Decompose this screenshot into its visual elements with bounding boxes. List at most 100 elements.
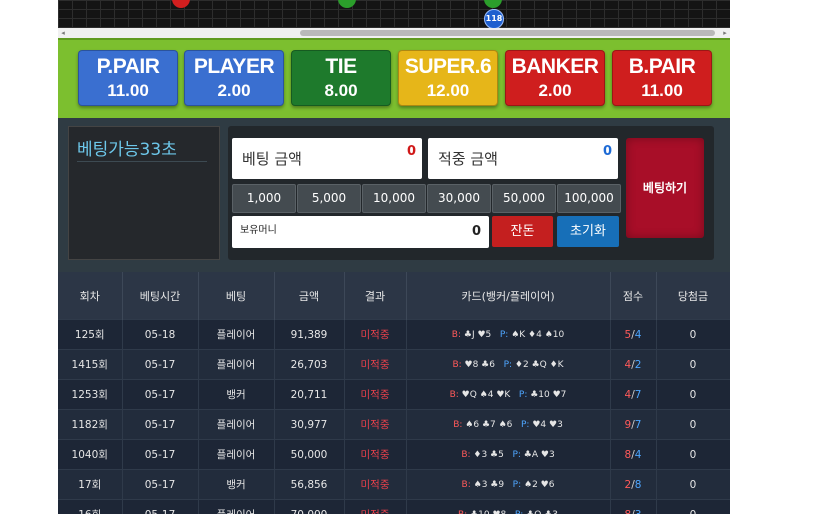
reset-button[interactable]: 초기화 <box>557 216 619 247</box>
bet-name: SUPER.6 <box>404 55 492 78</box>
chip-button-1000[interactable]: 1,000 <box>232 184 296 213</box>
cell-bet: 플레이어 <box>198 349 275 380</box>
chip-button-100000[interactable]: 100,000 <box>557 184 621 213</box>
player-score: 7 <box>634 388 642 401</box>
table-row: 16회 05-17 플레이어 70,000 미적중 B: ♣10 ♥8 P: ♣… <box>58 499 730 514</box>
owned-money-field: 보유머니 0 <box>232 216 489 248</box>
player-score: 3 <box>635 509 642 514</box>
bet-name: BANKER <box>511 55 599 78</box>
cell-bet: 뱅커 <box>198 379 275 410</box>
chip-button-10000[interactable]: 10,000 <box>362 184 426 213</box>
cell-cards: B: ♠6 ♣7 ♠6 P: ♥4 ♥3 <box>406 409 611 440</box>
player-score: 4 <box>634 448 642 461</box>
cell-bet: 플레이어 <box>198 319 275 350</box>
player-cards: ♠2 ♥6 <box>524 479 555 490</box>
cell-prize: 0 <box>656 319 730 350</box>
cell-prize: 0 <box>656 499 730 514</box>
table-row: 1415회 05-17 플레이어 26,703 미적중 B: ♥8 ♣6 P: … <box>58 349 730 380</box>
road-marker-green <box>484 0 502 8</box>
bet-banker-button[interactable]: BANKER 2.00 <box>505 50 605 106</box>
banker-cards: ♦3 ♣5 <box>473 449 504 460</box>
cell-amount: 91,389 <box>274 319 345 350</box>
cell-score: 2/8 <box>610 469 657 500</box>
scroll-left-arrow-icon[interactable]: ◂ <box>58 28 68 38</box>
bet-amount-label: 베팅 금액 <box>242 150 302 168</box>
banker-tag: B: <box>458 510 467 514</box>
header-bet: 베팅 <box>198 272 275 320</box>
cell-result: 미적중 <box>344 349 407 380</box>
cell-prize: 0 <box>656 349 730 380</box>
cell-score: 8/4 <box>610 439 657 470</box>
cell-date: 05-18 <box>122 319 199 350</box>
player-score: 4 <box>634 328 642 341</box>
player-cards: ♣Q ♣3 <box>526 510 558 514</box>
scroll-thumb[interactable] <box>300 30 715 36</box>
horizontal-scrollbar[interactable]: ◂ ▸ <box>58 28 730 38</box>
cell-bet: 뱅커 <box>198 469 275 500</box>
header-prize: 당첨금 <box>656 272 730 320</box>
player-tag: P: <box>512 449 521 460</box>
road-marker-red <box>172 0 190 8</box>
cell-score: 4/7 <box>610 379 657 410</box>
banker-cards: ♠3 ♣9 <box>473 479 505 490</box>
cell-date: 05-17 <box>122 409 199 440</box>
baccarat-betting-frame: 118 ◂ ▸ P.PAIR 11.00 PLAYER 2.00 TIE 8.0… <box>58 0 730 514</box>
change-button[interactable]: 잔돈 <box>492 216 553 247</box>
bet-odds: 12.00 <box>426 81 470 100</box>
banker-tag: B: <box>449 389 459 400</box>
cell-result: 미적중 <box>344 409 407 440</box>
road-marker-green <box>338 0 356 8</box>
bet-odds: 2.00 <box>217 81 251 100</box>
chip-button-50000[interactable]: 50,000 <box>492 184 556 213</box>
banker-cards: ♥Q ♠4 ♥K <box>461 389 511 400</box>
bet-amount-field[interactable]: 베팅 금액 0 <box>232 138 422 179</box>
table-row: 1182회 05-17 플레이어 30,977 미적중 B: ♠6 ♣7 ♠6 … <box>58 409 730 440</box>
banker-tag: B: <box>451 329 461 340</box>
bet-name: TIE <box>325 55 357 78</box>
player-cards: ♥4 ♥3 <box>532 419 563 430</box>
bet-odds: 11.00 <box>641 81 683 100</box>
banker-cards: ♣J ♥5 <box>463 329 492 340</box>
win-amount-label: 적중 금액 <box>438 150 498 168</box>
place-bet-button[interactable]: 베팅하기 <box>626 138 704 238</box>
cell-amount: 30,977 <box>274 409 345 440</box>
scroll-right-arrow-icon[interactable]: ▸ <box>720 28 730 38</box>
bet-banker-pair-button[interactable]: B.PAIR 11.00 <box>612 50 712 106</box>
chip-button-5000[interactable]: 5,000 <box>297 184 361 213</box>
cell-cards: B: ♣10 ♥8 P: ♣Q ♣3 <box>406 499 611 514</box>
cell-result: 미적중 <box>344 439 407 470</box>
cell-prize: 0 <box>656 379 730 410</box>
cell-result: 미적중 <box>344 469 407 500</box>
cell-bet: 플레이어 <box>198 499 275 514</box>
bet-board: P.PAIR 11.00 PLAYER 2.00 TIE 8.00 SUPER.… <box>58 38 730 120</box>
player-cards: ♠K ♦4 ♠10 <box>511 329 565 340</box>
header-cards: 카드(뱅커/플레이어) <box>406 272 611 320</box>
cell-prize: 0 <box>656 469 730 500</box>
cell-amount: 26,703 <box>274 349 345 380</box>
table-row: 1040회 05-17 플레이어 50,000 미적중 B: ♦3 ♣5 P: … <box>58 439 730 470</box>
cell-date: 05-17 <box>122 379 199 410</box>
bet-input-panel: 베팅 금액 0 적중 금액 0 1,000 5,000 10,000 30,00… <box>228 126 714 260</box>
banker-tag: B: <box>461 479 471 490</box>
bet-tie-button[interactable]: TIE 8.00 <box>291 50 391 106</box>
banker-tag: B: <box>452 359 462 370</box>
player-score: 7 <box>634 418 642 431</box>
bet-super6-button[interactable]: SUPER.6 12.00 <box>398 50 498 106</box>
cell-round: 1182회 <box>58 409 123 440</box>
road-marker-blue: 118 <box>484 9 504 29</box>
header-time: 베팅시간 <box>122 272 199 320</box>
chip-button-30000[interactable]: 30,000 <box>427 184 491 213</box>
cell-score: 5/4 <box>610 319 657 350</box>
bet-history-table: 회차 베팅시간 베팅 금액 결과 카드(뱅커/플레이어) 점수 당첨금 125회… <box>58 272 730 514</box>
cell-date: 05-17 <box>122 469 199 500</box>
cell-round: 1040회 <box>58 439 123 470</box>
player-tag: P: <box>503 359 513 370</box>
bet-player-pair-button[interactable]: P.PAIR 11.00 <box>78 50 178 106</box>
cell-amount: 50,000 <box>274 439 345 470</box>
header-amount: 금액 <box>274 272 345 320</box>
cell-amount: 56,856 <box>274 469 345 500</box>
cell-result: 미적중 <box>344 379 407 410</box>
header-round: 회차 <box>58 272 123 320</box>
cell-score: 9/7 <box>610 409 657 440</box>
bet-player-button[interactable]: PLAYER 2.00 <box>184 50 284 106</box>
